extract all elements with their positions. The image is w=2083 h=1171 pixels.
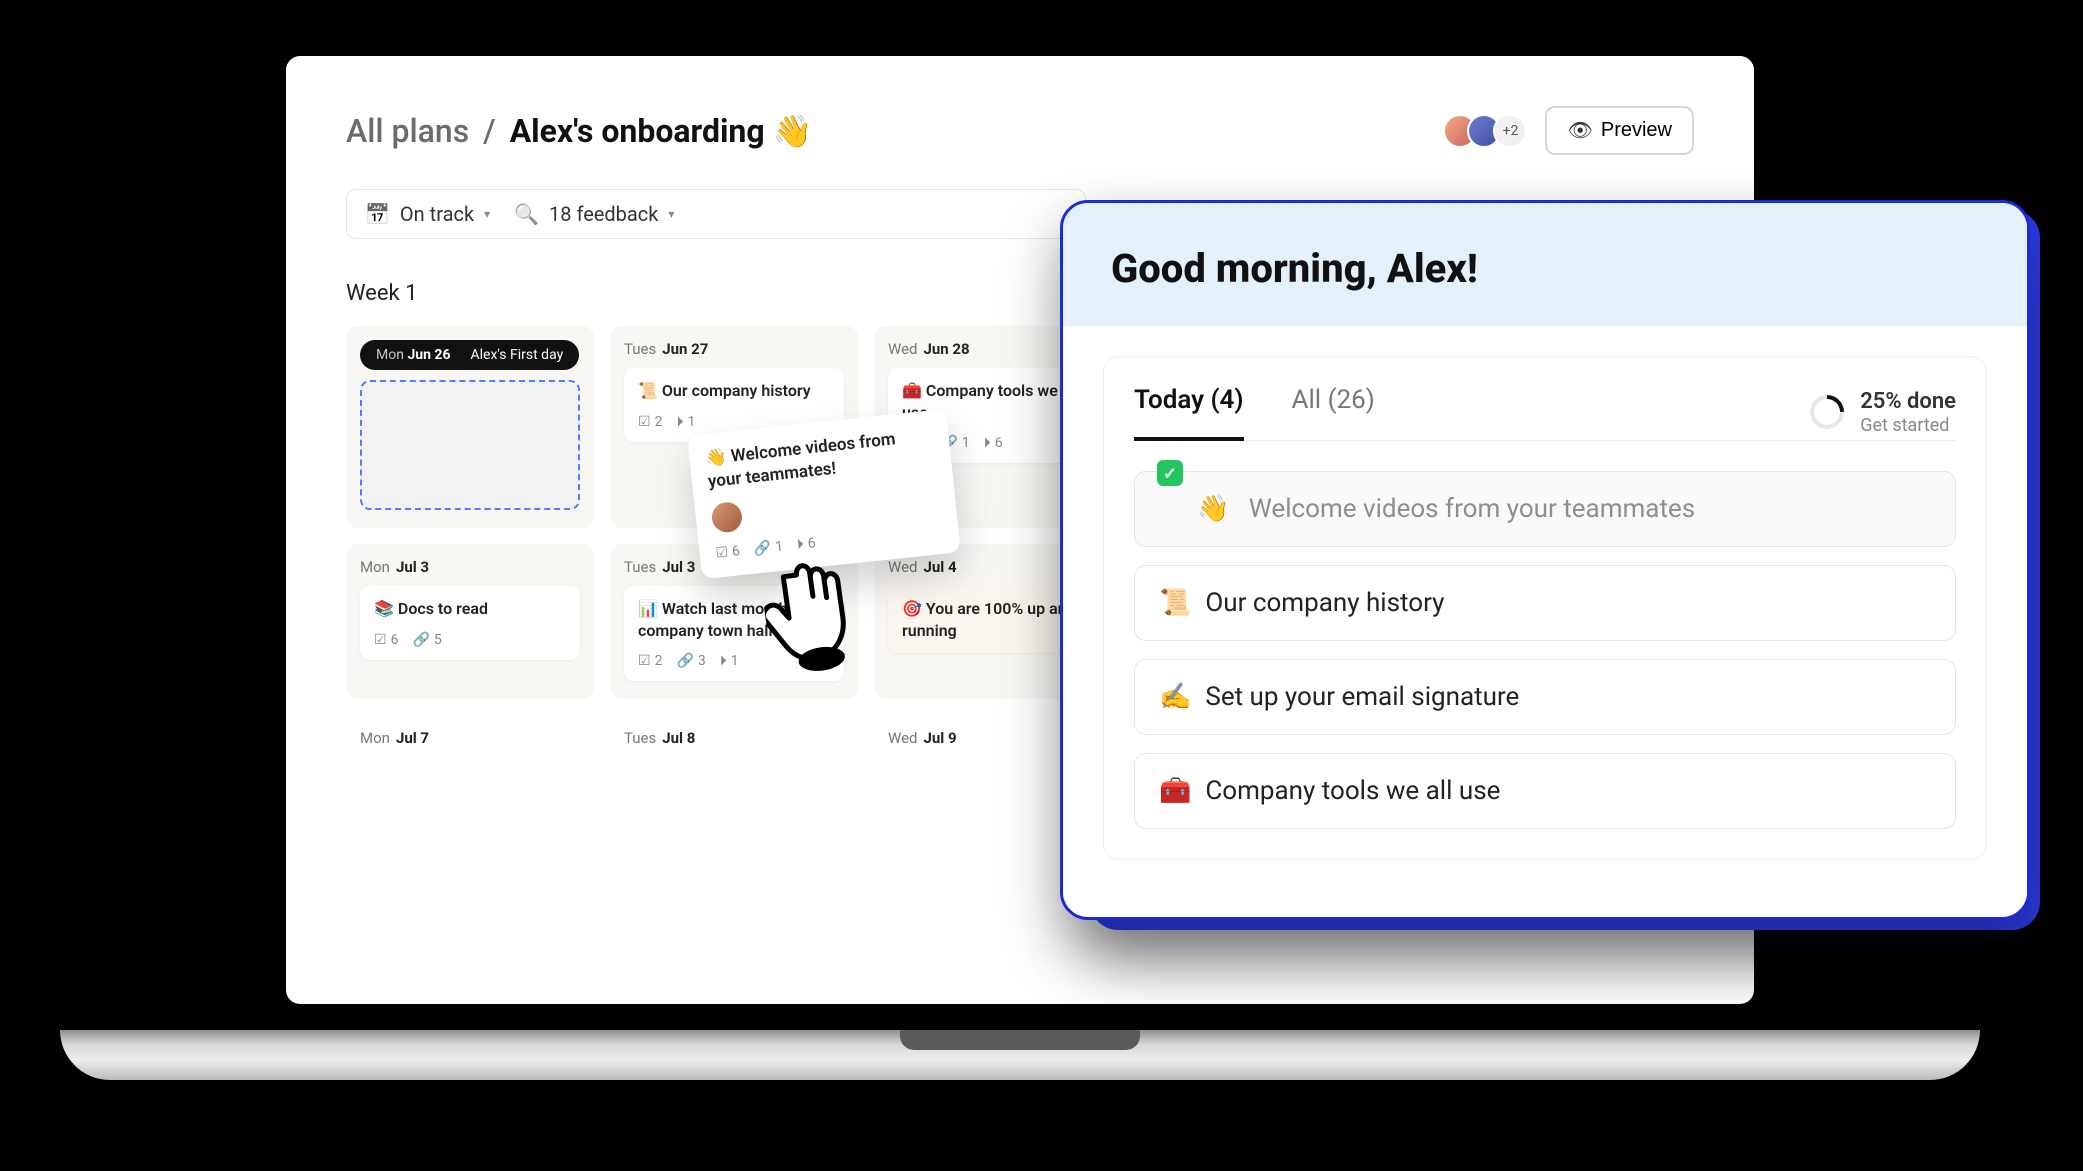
day-header: Tues Jul 8 [624,729,844,747]
task-tabs: Today (4) All (26) 25% done Get started [1134,385,1956,441]
preview-button[interactable]: Preview [1545,106,1694,155]
day-cell-mon-jul3[interactable]: Mon Jul 3 📚 Docs to read 6 5 [346,544,594,699]
link-icon [676,653,693,669]
feedback-filter[interactable]: 18 feedback ▾ [514,202,674,226]
employee-panel: Good morning, Alex! Today (4) All (26) 2… [1060,200,2030,920]
filter-bar: On track ▾ 18 feedback ▾ [346,189,1086,239]
breadcrumb-root[interactable]: All plans [346,112,469,150]
day-header: Mon Jul 7 [360,729,580,747]
breadcrumb-sep: / [483,112,495,150]
header: All plans / Alex's onboarding 👋 +2 Previ… [346,106,1694,155]
greeting-title: Good morning, Alex! [1111,245,1979,292]
task-item-company-history[interactable]: 📜 Our company history [1134,565,1956,641]
check-icon [715,544,729,561]
link-icon [753,540,772,558]
card-title: 👋 Welcome videos from your teammates! [705,424,937,493]
header-right: +2 Preview [1453,106,1694,155]
progress-indicator: 25% done Get started [1810,389,1956,437]
day-header: Mon Jul 3 [360,558,580,576]
collaborator-avatars[interactable]: +2 [1453,114,1527,148]
day-header: Tues Jun 27 [624,340,844,358]
tab-today[interactable]: Today (4) [1134,385,1244,441]
check-icon [638,653,651,669]
card-title: 📚 Docs to read [374,598,566,620]
status-filter[interactable]: On track ▾ [365,202,490,226]
task-label: Company tools we all use [1205,776,1500,806]
video-icon [720,653,727,669]
check-icon [638,414,651,430]
preview-button-label: Preview [1601,119,1672,142]
tab-all[interactable]: All (26) [1292,385,1375,440]
chevron-down-icon: ▾ [668,207,674,221]
search-icon [514,202,539,226]
check-icon [374,632,387,648]
drag-cursor-icon [758,550,874,687]
feedback-filter-label: 18 feedback [549,202,658,226]
task-label: Set up your email signature [1205,682,1519,712]
link-icon [412,632,429,648]
task-card-docs-to-read[interactable]: 📚 Docs to read 6 5 [360,586,580,660]
checkmark-icon: ✓ [1157,460,1183,486]
assignee-avatar [710,501,743,534]
video-icon [796,536,805,553]
video-icon [984,435,991,451]
progress-ring-icon [1803,388,1851,436]
breadcrumb-current: Alex's onboarding 👋 [510,112,813,150]
card-title: 📜 Our company history [638,380,830,402]
eye-icon [1567,118,1592,143]
day-cell-mon-jun26[interactable]: Mon Jun 26 Alex's First day [346,326,594,528]
laptop-base [60,1030,1980,1080]
breadcrumb: All plans / Alex's onboarding 👋 [346,112,812,150]
task-label: Our company history [1205,588,1444,618]
card-drop-placeholder[interactable] [360,380,580,510]
task-emoji: 👋 [1197,494,1229,524]
employee-panel-body: Today (4) All (26) 25% done Get started … [1063,326,2027,900]
task-item-company-tools[interactable]: 🧰 Company tools we all use [1134,753,1956,829]
card-meta: 6 5 [374,632,566,648]
day-badge-first-day: Mon Jun 26 Alex's First day [360,340,579,370]
chevron-down-icon: ▾ [484,207,490,221]
employee-panel-header: Good morning, Alex! [1063,203,2027,326]
calendar-icon [365,202,390,226]
task-emoji: 🧰 [1159,776,1191,806]
day-cell-mon-jul7[interactable]: Mon Jul 7 [346,715,594,805]
task-item-welcome-videos[interactable]: ✓ 👋 Welcome videos from your teammates [1134,471,1956,547]
video-icon [676,414,683,430]
task-label: Welcome videos from your teammates [1249,494,1695,524]
task-emoji: ✍️ [1159,682,1191,712]
laptop-notch [900,1030,1140,1050]
task-item-email-signature[interactable]: ✍️ Set up your email signature [1134,659,1956,735]
day-cell-tue-jul8[interactable]: Tues Jul 8 [610,715,858,805]
task-emoji: 📜 [1159,588,1191,618]
progress-percent: 25% done [1860,389,1956,415]
task-list: ✓ 👋 Welcome videos from your teammates 📜… [1134,471,1956,829]
status-filter-label: On track [400,202,474,226]
avatar-more-count: +2 [1493,114,1527,148]
tasks-card: Today (4) All (26) 25% done Get started … [1103,356,1987,860]
progress-subtitle: Get started [1860,415,1956,437]
